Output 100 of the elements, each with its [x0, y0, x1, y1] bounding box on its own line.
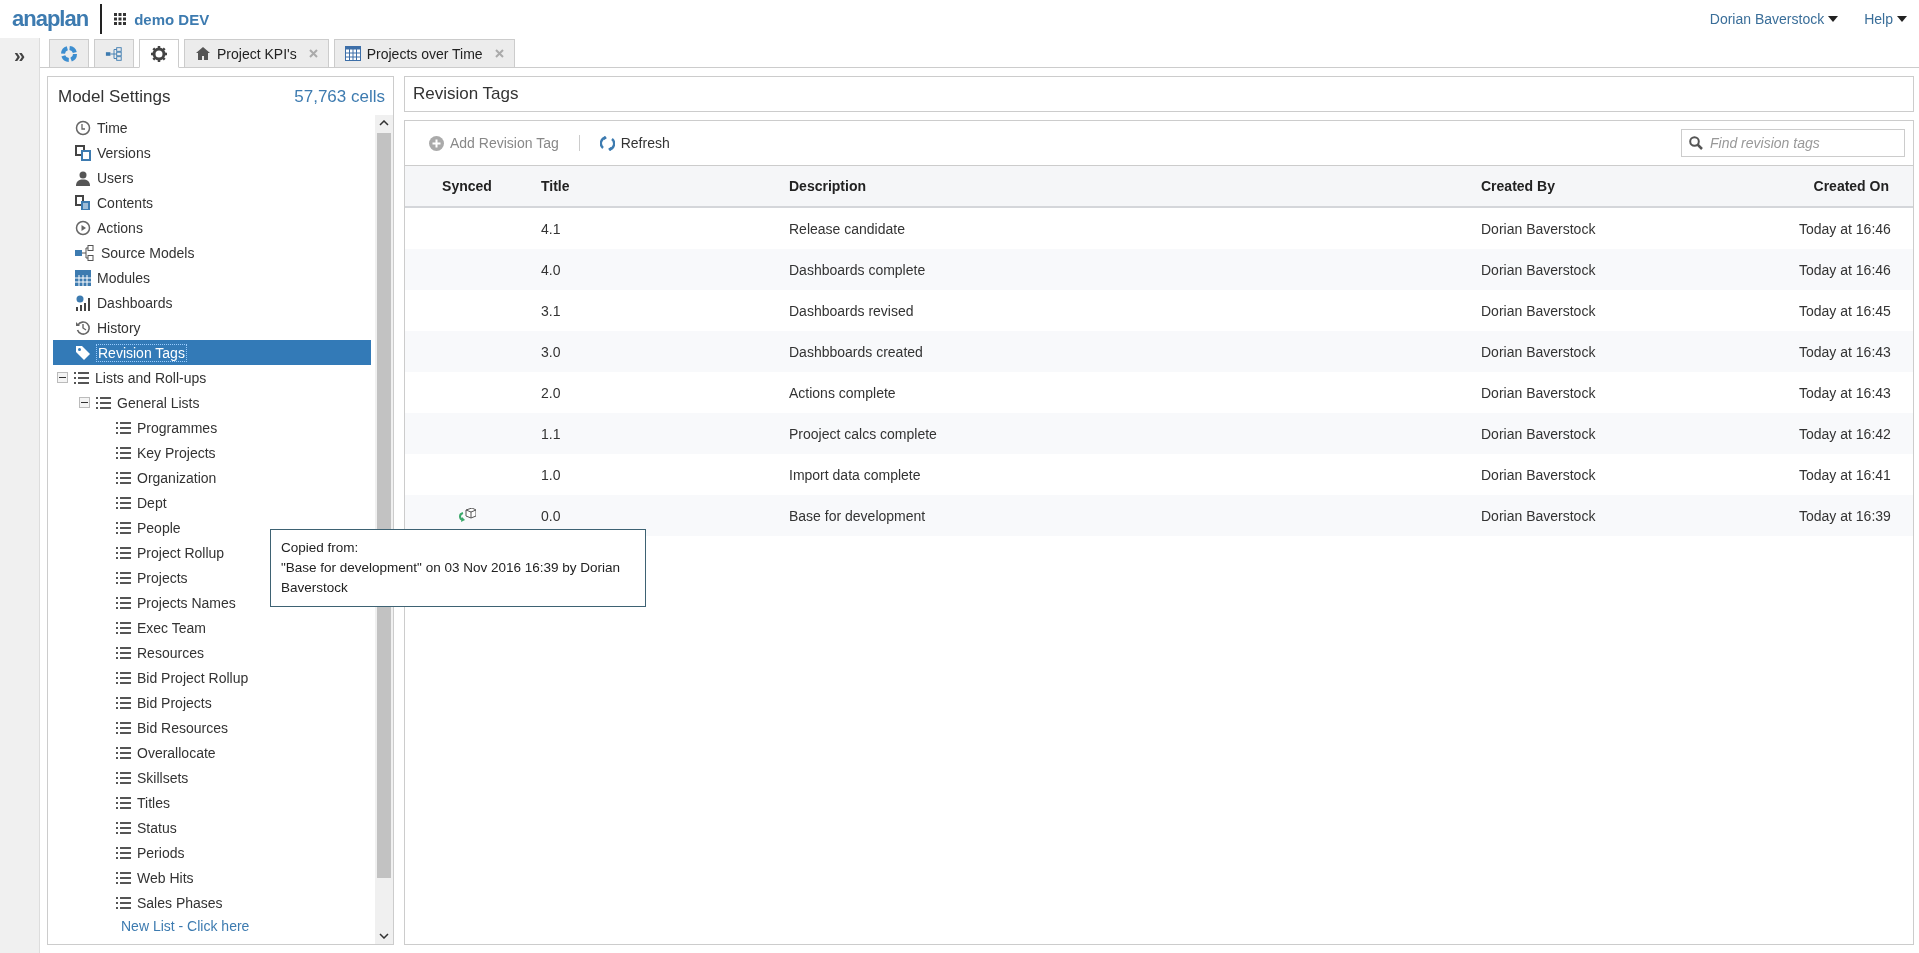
- settings-icon: [151, 45, 167, 62]
- list-icon: [116, 621, 131, 634]
- tree-item[interactable]: Time: [53, 115, 371, 140]
- tree-item[interactable]: Programmes: [53, 415, 371, 440]
- tree-item-label: Bid Resources: [137, 719, 229, 736]
- apps-grid-icon: [114, 13, 127, 25]
- tree-item[interactable]: Periods: [53, 840, 371, 865]
- table-cell-text: Actions complete: [788, 384, 897, 401]
- tree-item-label: Sales Phases: [137, 894, 223, 911]
- tooltip-text: "Base for development" on 03 Nov 2016 16:39 by Dorian Baverstock: [281, 559, 622, 597]
- tree-item[interactable]: Resources: [53, 640, 371, 665]
- table-cell-text: 3.0: [540, 343, 562, 360]
- workspace-button[interactable]: demo DEV: [114, 10, 210, 28]
- tree-item[interactable]: Sales Phases: [53, 890, 371, 915]
- tree-item[interactable]: Dept: [53, 490, 371, 515]
- user-menu[interactable]: Dorian Baverstock: [1695, 11, 1839, 27]
- search-field[interactable]: Find revision tags: [1681, 129, 1905, 157]
- tooltip-heading: Copied from:: [281, 539, 360, 557]
- close-icon[interactable]: [308, 49, 318, 58]
- table-cell-text: Today at 16:45: [1799, 302, 1892, 319]
- tree-item-label: Project Rollup: [137, 544, 225, 561]
- list-icon: [116, 521, 131, 534]
- tree-item[interactable]: General Lists: [53, 390, 371, 415]
- tree-item[interactable]: Modules: [53, 265, 371, 290]
- table-row[interactable]: 0.0 Base for development Dorian Baverstock Today at 16:39: [405, 495, 1913, 536]
- tree-item[interactable]: Titles: [53, 790, 371, 815]
- setting-icon: [75, 219, 91, 236]
- expand-sidebar-button[interactable]: »: [7, 42, 32, 68]
- close-icon[interactable]: [494, 49, 504, 58]
- grid-icon: [344, 46, 361, 61]
- tree-item-label: Projects: [137, 569, 188, 586]
- table-cell-text: Today at 16:43: [1799, 343, 1892, 360]
- tree-item-label: People: [137, 519, 181, 536]
- table-cell-text: Dashboards revised: [788, 302, 915, 319]
- tree-item-label: Periods: [137, 844, 185, 861]
- panel-title: Model Settings: [58, 87, 171, 107]
- tree-item[interactable]: Contents: [53, 190, 371, 215]
- table-cell-text: Dorian Baverstock: [1480, 507, 1597, 524]
- collapse-toggle[interactable]: [57, 372, 68, 383]
- ring-icon: [60, 44, 78, 63]
- list-icon: [116, 896, 131, 909]
- tree-item[interactable]: Web Hits: [53, 865, 371, 890]
- table-cell-text: Dorian Baverstock: [1480, 261, 1597, 278]
- table-cell-text: 1.0: [540, 466, 562, 483]
- panel-title: Revision Tags: [404, 76, 1914, 112]
- table-cell-text: Dorian Baverstock: [1480, 302, 1597, 319]
- setting-icon: [75, 344, 91, 361]
- list-icon: [116, 496, 131, 509]
- tree-item[interactable]: Overallocate: [53, 740, 371, 765]
- tree-item[interactable]: Actions: [53, 215, 371, 240]
- tree-item-label: Lists and Roll-ups: [95, 369, 207, 386]
- refresh-button[interactable]: Refresh: [599, 135, 670, 151]
- tree-item-label: Bid Project Rollup: [137, 669, 249, 686]
- table-cell-text: Today at 16:46: [1799, 220, 1892, 237]
- tab[interactable]: Project KPI's: [184, 39, 329, 68]
- tree-item[interactable]: Source Models: [53, 240, 371, 265]
- table-cell-text: 4.0: [540, 261, 562, 278]
- plus-circle-icon: [429, 135, 444, 151]
- caret-icon: [1897, 16, 1907, 22]
- tree-item[interactable]: Users: [53, 165, 371, 190]
- tree-item-label: Bid Projects: [137, 694, 212, 711]
- tab[interactable]: [139, 39, 179, 68]
- table-row[interactable]: 1.1 Prooject calcs complete Dorian Baverstock Today at 16:42: [405, 413, 1913, 454]
- table-cell-text: Dorian Baverstock: [1480, 384, 1597, 401]
- tree-item-label: Status: [137, 819, 177, 836]
- tree-item-label: Users: [97, 169, 134, 186]
- new-list-link[interactable]: New List - Click here: [121, 915, 250, 937]
- setting-icon: [75, 169, 91, 186]
- tree-item[interactable]: Dashboards: [53, 290, 371, 315]
- tree-item[interactable]: People: [53, 515, 371, 540]
- table-cell-text: 4.1: [540, 220, 562, 237]
- minus-icon: [59, 374, 66, 381]
- tree-item-label: Key Projects: [137, 444, 216, 461]
- tree-item[interactable]: Bid Resources: [53, 715, 371, 740]
- tree-item-label: General Lists: [117, 394, 200, 411]
- list-icon: [116, 696, 131, 709]
- list-icon: [116, 846, 131, 859]
- list-icon: [116, 646, 131, 659]
- collapse-toggle[interactable]: [79, 397, 90, 408]
- help-menu[interactable]: Help: [1850, 11, 1907, 27]
- tree-item[interactable]: Skillsets: [53, 765, 371, 790]
- tree-item[interactable]: Status: [53, 815, 371, 840]
- tab[interactable]: Projects over Time: [333, 39, 515, 68]
- refresh-icon: [599, 135, 615, 151]
- table-row[interactable]: 3.0 Dashbboards created Dorian Baverstock Today at 16:43: [405, 331, 1913, 372]
- setting-icon: [75, 269, 91, 286]
- tree-item[interactable]: Bid Projects: [53, 690, 371, 715]
- column-header: Description: [788, 178, 867, 194]
- tree-item[interactable]: Versions: [53, 140, 371, 165]
- tree-item[interactable]: Revision Tags: [53, 340, 371, 365]
- tree-item[interactable]: Exec Team: [53, 615, 371, 640]
- tree-item[interactable]: Bid Project Rollup: [53, 665, 371, 690]
- hierarchy-icon: [105, 45, 123, 62]
- tree-item[interactable]: Key Projects: [53, 440, 371, 465]
- list-icon: [116, 571, 131, 584]
- tree-item[interactable]: Organization: [53, 465, 371, 490]
- tree-item[interactable]: History: [53, 315, 371, 340]
- tree-item[interactable]: Lists and Roll-ups: [53, 365, 371, 390]
- table-row[interactable]: 4.0 Dashboards complete Dorian Baverstock Today at 16:46: [405, 249, 1913, 290]
- list-icon: [116, 671, 131, 684]
